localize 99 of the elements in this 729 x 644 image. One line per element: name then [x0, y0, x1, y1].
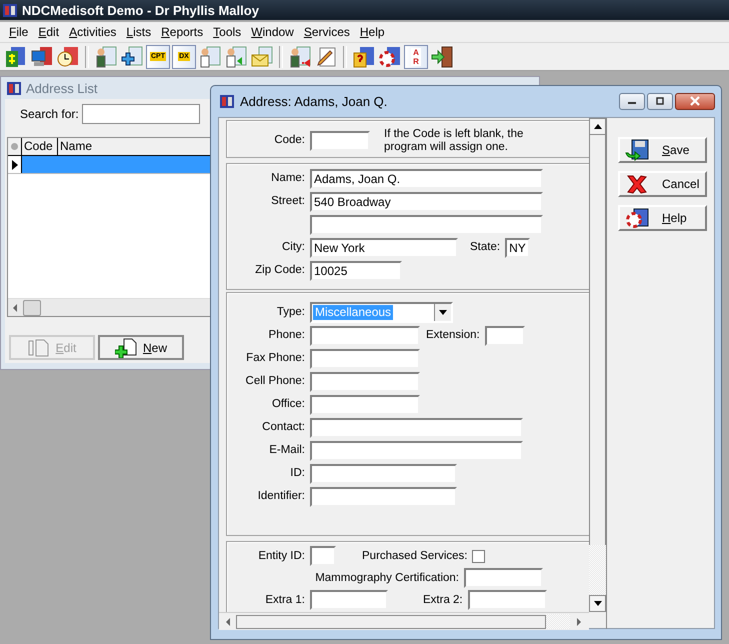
- text-field[interactable]: [484, 326, 525, 346]
- text-field[interactable]: [310, 394, 420, 414]
- text-field[interactable]: New York: [310, 238, 458, 258]
- scroll-thumb[interactable]: [589, 135, 606, 545]
- envelope-icon[interactable]: [250, 44, 274, 68]
- field-label: Phone:: [268, 329, 305, 342]
- menu-item[interactable]: Services: [298, 25, 355, 39]
- doctor-arrow-icon[interactable]: [224, 44, 248, 68]
- field-label: City:: [282, 241, 305, 254]
- field-label: Type:: [276, 306, 305, 319]
- lifebuoy-icon[interactable]: [378, 44, 402, 68]
- menu-item[interactable]: Activities: [64, 25, 122, 39]
- field-label: Cell Phone:: [246, 375, 305, 388]
- doctor-book-icon[interactable]: [198, 44, 222, 68]
- save-button[interactable]: Save: [618, 137, 707, 163]
- text-field[interactable]: [310, 372, 420, 392]
- exit-door-icon[interactable]: [430, 44, 454, 68]
- field-label: E-Mail:: [269, 444, 305, 457]
- floppy-disk-icon: [624, 139, 650, 161]
- question-book-icon[interactable]: [352, 44, 376, 68]
- field-label: ID:: [290, 467, 305, 480]
- close-button[interactable]: [675, 92, 715, 110]
- clock-calendar-icon[interactable]: [56, 44, 80, 68]
- new-button[interactable]: New: [98, 335, 184, 360]
- menu-item[interactable]: Edit: [33, 25, 64, 39]
- text-field[interactable]: [468, 590, 547, 610]
- text-field[interactable]: [310, 326, 420, 346]
- field-label: Entity ID:: [258, 550, 305, 562]
- search-label: Search for:: [20, 107, 79, 121]
- menu-item[interactable]: Lists: [121, 25, 156, 39]
- scroll-left-icon: [226, 618, 230, 626]
- field-label: Extra 2:: [423, 594, 463, 606]
- help-note: If the Code is left blank, the program will assign one.: [384, 128, 524, 154]
- plus-book-icon[interactable]: [120, 44, 144, 68]
- text-field[interactable]: [310, 486, 457, 506]
- field-label: Extra 1:: [265, 594, 305, 606]
- text-field[interactable]: [310, 546, 336, 566]
- text-field[interactable]: [310, 130, 370, 150]
- window-title: Address List: [26, 80, 98, 96]
- pencil-page-icon: [28, 338, 50, 358]
- row-pointer-icon: [10, 158, 18, 170]
- window-title: Address: Adams, Joan Q.: [240, 94, 388, 108]
- scroll-right-icon: [576, 618, 580, 626]
- field-label: Fax Phone:: [246, 352, 305, 365]
- field-label: Mammography Certification:: [314, 572, 459, 584]
- plus-page-icon: [114, 338, 137, 358]
- text-field[interactable]: 10025: [310, 260, 402, 280]
- window-title: NDCMedisoft Demo - Dr Phyllis Malloy: [22, 2, 259, 18]
- horizontal-scrollbar[interactable]: [219, 612, 589, 630]
- app-icon: [2, 2, 18, 18]
- text-field[interactable]: NY: [505, 238, 530, 258]
- menu-item[interactable]: File: [4, 25, 34, 39]
- scroll-up-icon: [594, 124, 602, 129]
- cancel-button[interactable]: Cancel: [618, 171, 707, 197]
- computer-icon[interactable]: [30, 44, 54, 68]
- scroll-down-icon: [594, 601, 602, 606]
- text-field[interactable]: [310, 590, 388, 610]
- field-label: Code:: [274, 134, 305, 147]
- money-book-icon[interactable]: [4, 44, 28, 68]
- text-field[interactable]: Adams, Joan Q.: [310, 168, 543, 188]
- menu-item[interactable]: Reports: [156, 25, 208, 39]
- maximize-icon: [655, 97, 665, 105]
- field-label: Purchased Services:: [362, 550, 468, 562]
- lifebuoy-icon: [624, 207, 650, 229]
- text-field[interactable]: [464, 568, 543, 588]
- app-icon: [219, 93, 235, 109]
- menu-item[interactable]: Window: [246, 25, 299, 39]
- close-icon: [689, 96, 701, 106]
- field-label: Name:: [271, 172, 305, 185]
- text-field[interactable]: [310, 418, 523, 438]
- scroll-thumb[interactable]: [236, 614, 546, 628]
- field-label: Extension:: [426, 329, 480, 342]
- code-book-icon[interactable]: AR: [404, 44, 428, 68]
- text-field[interactable]: 540 Broadway: [310, 192, 543, 212]
- cross-icon: [624, 173, 650, 195]
- field-label: Contact:: [262, 421, 305, 434]
- person-book-icon[interactable]: [94, 44, 118, 68]
- field-label: Street:: [271, 195, 305, 208]
- text-field[interactable]: [310, 440, 523, 460]
- maximize-button[interactable]: [647, 92, 673, 110]
- help-button[interactable]: Help: [618, 205, 707, 231]
- checkbox[interactable]: [472, 550, 486, 562]
- text-field[interactable]: [310, 348, 420, 368]
- text-field[interactable]: [310, 214, 543, 234]
- field-label: Identifier:: [258, 490, 305, 503]
- app-icon: [6, 80, 22, 96]
- person-arrow-icon[interactable]: [288, 44, 312, 68]
- field-label: State:: [470, 241, 500, 254]
- menu-item[interactable]: Help: [354, 25, 390, 39]
- indicator-dot: [11, 143, 18, 150]
- pencil-document-icon[interactable]: [314, 44, 338, 68]
- field-label: Zip Code:: [255, 264, 305, 277]
- vertical-scrollbar[interactable]: [589, 118, 606, 612]
- field-label: Office:: [272, 398, 305, 411]
- menu-item[interactable]: Tools: [208, 25, 246, 39]
- text-field[interactable]: [310, 464, 457, 484]
- search-field[interactable]: [82, 104, 200, 124]
- column-header[interactable]: Code: [22, 138, 58, 155]
- minimize-button[interactable]: [619, 92, 645, 110]
